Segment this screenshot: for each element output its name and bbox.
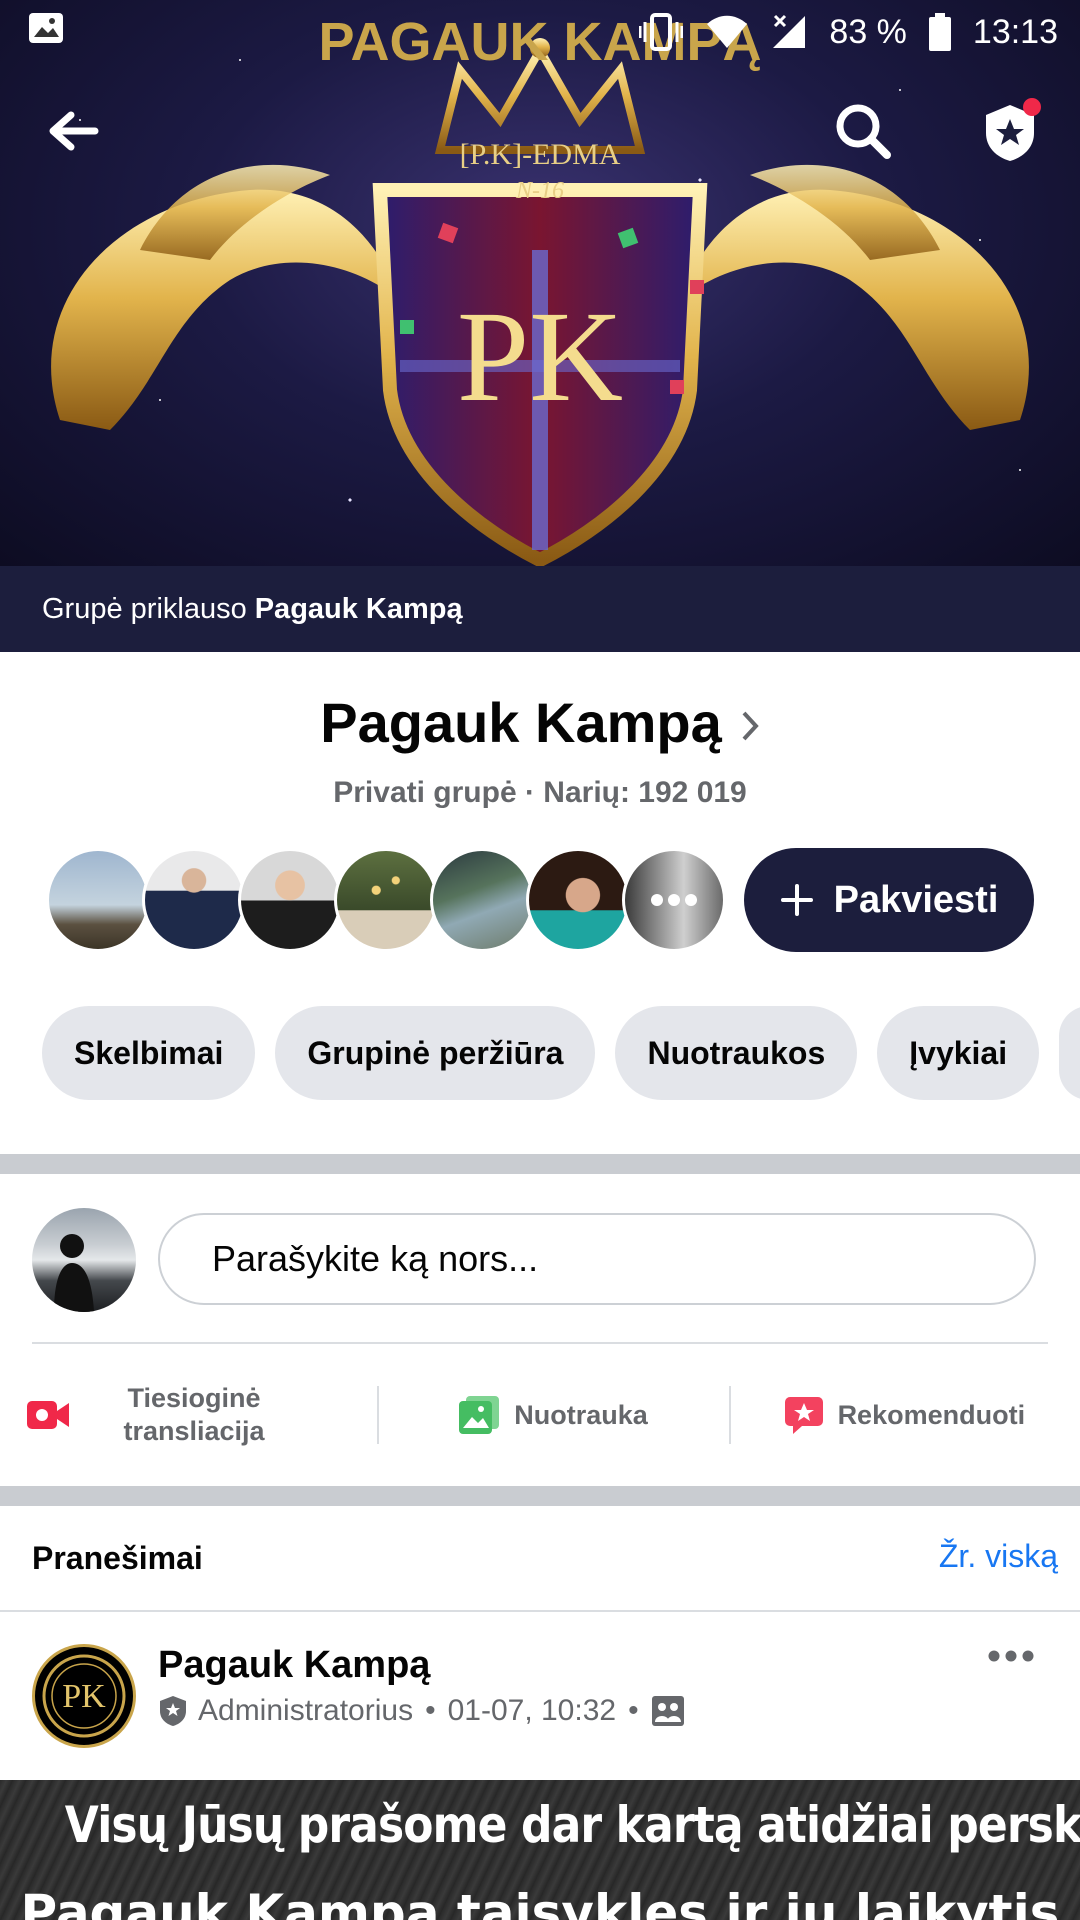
- member-avatar[interactable]: [430, 848, 534, 952]
- recommend-icon: [784, 1395, 824, 1435]
- photo-button[interactable]: Nuotrauka: [377, 1370, 728, 1460]
- member-avatar[interactable]: [526, 848, 630, 952]
- recommend-button[interactable]: Rekomenduoti: [728, 1370, 1080, 1460]
- see-all-link[interactable]: Žr. viską: [939, 1538, 1058, 1575]
- group-owner-bar[interactable]: Grupė priklauso Pagauk Kampą: [0, 566, 1080, 652]
- admin-shield-icon: [158, 1695, 188, 1727]
- post-author-avatar[interactable]: PK: [32, 1644, 136, 1748]
- back-button[interactable]: [38, 96, 108, 166]
- gallery-notification-icon: [28, 12, 64, 53]
- meta-separator: •: [425, 1694, 436, 1727]
- group-name-header[interactable]: Pagauk Kampą: [0, 690, 1080, 756]
- composer-divider: [32, 1342, 1048, 1344]
- tab-announcements[interactable]: Skelbimai: [42, 1006, 256, 1100]
- invite-label: Pakviesti: [833, 878, 999, 921]
- clock: 13:13: [972, 12, 1058, 51]
- meta-separator: •: [628, 1694, 639, 1727]
- tab-events[interactable]: Įvykiai: [877, 1006, 1040, 1100]
- post-image[interactable]: Visų Jūsų prašome dar kartą atidžiai per…: [0, 1780, 1080, 1920]
- live-video-icon: [26, 1398, 70, 1432]
- more-members-button[interactable]: [622, 848, 726, 952]
- invite-button[interactable]: Pakviesti: [744, 848, 1034, 952]
- member-avatars[interactable]: [46, 848, 726, 952]
- member-avatar[interactable]: [46, 848, 150, 952]
- chevron-right-icon: [740, 691, 760, 756]
- group-tabs: Skelbimai Grupinė peržiūra Nuotraukos Įv…: [42, 1006, 1080, 1100]
- group-meta: Privati grupė · Narių: 192 019: [333, 776, 747, 809]
- recommend-label: Rekomenduoti: [837, 1399, 1026, 1430]
- post-author-role: Administratorius: [198, 1694, 414, 1727]
- announcements-divider: [0, 1610, 1080, 1612]
- vibrate-icon: [639, 12, 684, 52]
- photo-icon: [458, 1395, 500, 1435]
- post-image-text-line1: Visų Jūsų prašome dar kartą atidžiai per…: [64, 1796, 1080, 1854]
- search-icon: [836, 104, 891, 159]
- live-video-label: Tiesioginė transliacija: [123, 1383, 265, 1446]
- battery-icon: [928, 13, 951, 51]
- member-avatar[interactable]: [238, 848, 342, 952]
- shield-star-icon: [986, 98, 1041, 161]
- wifi-icon: [705, 14, 749, 50]
- tab-photos[interactable]: Nuotraukos: [615, 1006, 858, 1100]
- owner-name[interactable]: Pagauk Kampą: [255, 593, 463, 626]
- post-image-text-line2: Pagauk Kampą taisykles ir jų laikytis: [20, 1884, 1060, 1920]
- post-meta: Administratorius • 01-07, 10:32 •: [158, 1694, 685, 1728]
- svg-text:PK: PK: [62, 1678, 106, 1715]
- cover-emblem-number: N-16: [515, 178, 564, 204]
- more-dots-icon: [651, 894, 697, 906]
- group-name: Pagauk Kampą: [320, 691, 722, 754]
- status-bar: 83 % 13:13: [0, 0, 1080, 64]
- announcements-title: Pranešimai: [32, 1540, 203, 1576]
- cover-emblem-text: [P.K]-EDMA: [460, 138, 621, 171]
- plus-icon: [780, 883, 814, 917]
- more-horizontal-icon: [988, 1650, 1034, 1662]
- silhouette-icon: [54, 1234, 94, 1312]
- composer-actions: Tiesioginė transliacija Nuotrauka Rekome…: [0, 1370, 1080, 1460]
- composer-input[interactable]: Parašykite ką nors...: [158, 1213, 1036, 1305]
- group-cover-photo[interactable]: PAGAUK KAMPĄ [P.K]-EDMA N-16 PK: [0, 0, 1080, 566]
- member-avatar[interactable]: [142, 848, 246, 952]
- admin-tools-button[interactable]: [975, 96, 1045, 166]
- my-avatar[interactable]: [32, 1208, 136, 1312]
- member-avatar[interactable]: [334, 848, 438, 952]
- post-timestamp[interactable]: 01-07, 10:32: [448, 1694, 616, 1728]
- group-audience-icon: [651, 1695, 685, 1727]
- section-divider: [0, 1486, 1080, 1506]
- post-options-button[interactable]: [988, 1650, 1034, 1662]
- tab-group-overview[interactable]: Grupinė peržiūra: [275, 1006, 596, 1100]
- battery-percent: 83 %: [829, 12, 907, 51]
- owner-prefix: Grupė priklauso: [42, 592, 247, 625]
- live-video-button[interactable]: Tiesioginė transliacija: [0, 1370, 377, 1460]
- post-author-name[interactable]: Pagauk Kampą: [158, 1644, 430, 1687]
- cover-emblem-letters: PK: [457, 285, 623, 429]
- pk-logo-icon: PK: [42, 1654, 126, 1738]
- cover-emblem-art: PAGAUK KAMPĄ [P.K]-EDMA N-16 PK: [51, 12, 1029, 566]
- cell-signal-icon: [771, 14, 807, 50]
- back-arrow-icon: [49, 111, 99, 151]
- tab-more[interactable]: [1059, 1006, 1080, 1100]
- photo-label: Nuotrauka: [514, 1399, 648, 1430]
- search-button[interactable]: [828, 96, 898, 166]
- section-divider: [0, 1154, 1080, 1174]
